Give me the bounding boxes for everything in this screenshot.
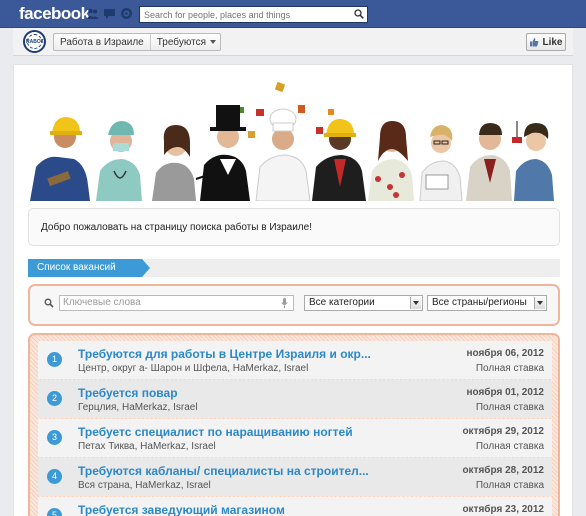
person-woman-dress <box>368 121 414 201</box>
person-nurse <box>96 121 142 201</box>
person-magician <box>195 105 250 201</box>
banner-image <box>30 81 554 201</box>
keyword-input[interactable]: Ключевые слова <box>59 295 294 311</box>
job-location: Центр, округ а- Шарон и Шфела, HaMerkaz,… <box>78 363 309 374</box>
job-row[interactable]: 5 Требуется заведующий магазином октября… <box>38 497 552 516</box>
job-type: Полная ставка <box>475 480 544 491</box>
job-number: 2 <box>47 391 62 406</box>
person-worker <box>30 117 90 201</box>
job-type: Полная ставка <box>475 441 544 452</box>
job-location: Петах Тиква, HaMerkaz, Israel <box>78 441 216 452</box>
section-tab-bar: Список вакансий <box>28 259 560 277</box>
job-title-link[interactable]: Требуетс специалист по наращиванию ногте… <box>78 425 353 439</box>
chevron-down-icon <box>410 297 421 309</box>
notifications-icon[interactable] <box>120 7 133 20</box>
chevron-down-icon <box>534 297 545 309</box>
welcome-box: Добро пожаловать на страницу поиска рабо… <box>28 208 560 246</box>
search-input[interactable] <box>140 7 345 22</box>
app-canvas: Добро пожаловать на страницу поиска рабо… <box>13 64 573 516</box>
microphone-icon[interactable] <box>281 298 288 308</box>
job-number: 3 <box>47 430 62 445</box>
region-select[interactable]: Все страны/регионы <box>427 295 547 311</box>
person-chef <box>255 108 311 201</box>
job-date: октября 29, 2012 <box>462 426 544 437</box>
job-row[interactable]: 3 Требуетс специалист по наращиванию ног… <box>38 419 552 457</box>
messages-icon[interactable] <box>103 7 116 20</box>
region-value: Все страны/регионы <box>432 297 527 308</box>
job-type: Полная ставка <box>475 402 544 413</box>
page-avatar[interactable]: RABOTA <box>23 30 46 53</box>
job-title-link[interactable]: Требуются для работы в Центре Израиля и … <box>78 347 371 361</box>
app-tab-label: Требуются <box>156 36 206 48</box>
welcome-text: Добро пожаловать на страницу поиска рабо… <box>41 222 312 233</box>
search-box <box>139 6 368 23</box>
search-icon <box>44 298 54 308</box>
job-date: октября 23, 2012 <box>462 504 544 515</box>
person-woman-glasses <box>419 125 463 201</box>
job-title-link[interactable]: Требуется заведующий магазином <box>78 503 285 516</box>
job-date: ноября 06, 2012 <box>466 348 544 359</box>
avatar-text: RABOTA <box>26 39 46 45</box>
job-date: октября 28, 2012 <box>462 465 544 476</box>
notification-jewels <box>86 7 133 20</box>
job-type: Полная ставка <box>475 363 544 374</box>
app-tab-dropdown[interactable]: Требуются <box>151 37 220 48</box>
category-value: Все категории <box>309 297 375 308</box>
like-button[interactable]: Like <box>526 33 566 51</box>
job-list: 1 Требуются для работы в Центре Израиля … <box>28 333 560 516</box>
person-woman-gray <box>152 125 196 201</box>
friends-icon[interactable] <box>86 7 99 20</box>
page-header: RABOTA Работа в Израиле Требуются Like <box>13 28 573 56</box>
facebook-logo[interactable]: facebook <box>19 4 90 24</box>
job-number: 5 <box>47 508 62 516</box>
job-number: 1 <box>47 352 62 367</box>
like-label: Like <box>542 36 563 48</box>
job-row[interactable]: 2 Требуется повар Герцлия, HaMerkaz, Isr… <box>38 380 552 418</box>
job-row[interactable]: 1 Требуются для работы в Центре Израиля … <box>38 341 552 379</box>
job-location: Герцлия, HaMerkaz, Israel <box>78 402 198 413</box>
job-number: 4 <box>47 469 62 484</box>
job-date: ноября 01, 2012 <box>466 387 544 398</box>
job-title-link[interactable]: Требуются кабланы/ специалисты на строит… <box>78 464 369 478</box>
person-man-suit <box>466 123 512 201</box>
facebook-top-bar: facebook <box>0 0 586 28</box>
filter-box: Ключевые слова Все категории Все страны/… <box>28 284 560 326</box>
job-row[interactable]: 4 Требуются кабланы/ специалисты на стро… <box>38 458 552 496</box>
page-name-selector: Работа в Израиле Требуются <box>53 33 221 51</box>
page-name-link[interactable]: Работа в Израиле <box>54 34 151 50</box>
thumbs-up-icon <box>530 38 539 47</box>
job-location: Вся страна, HaMerkaz, Israel <box>78 480 211 491</box>
category-select[interactable]: Все категории <box>304 295 423 311</box>
tab-job-list[interactable]: Список вакансий <box>28 259 150 277</box>
person-woman-drill <box>512 121 554 201</box>
job-title-link[interactable]: Требуется повар <box>78 386 178 400</box>
chevron-down-icon <box>209 40 216 44</box>
search-icon[interactable] <box>354 9 364 19</box>
